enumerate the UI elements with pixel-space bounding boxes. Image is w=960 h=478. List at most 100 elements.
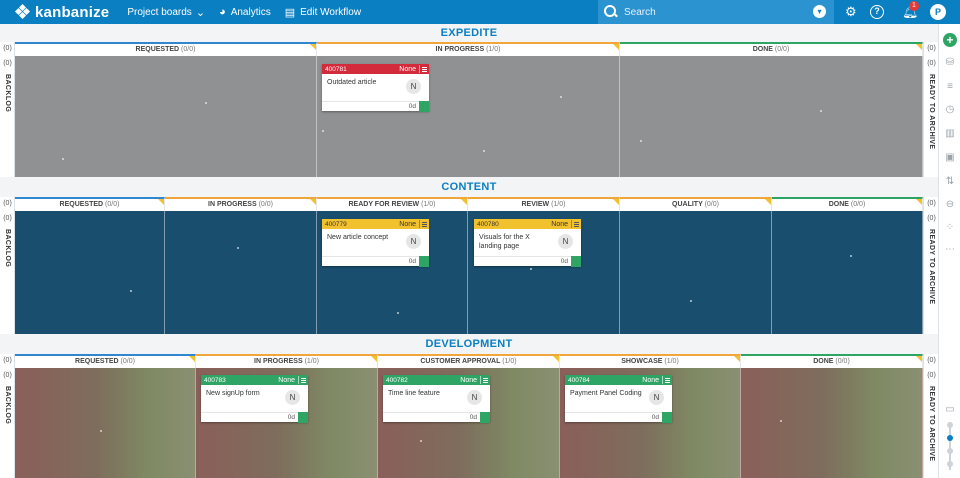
column-header[interactable]: IN PROGRESS (0/0) (165, 197, 317, 211)
card-id[interactable]: 400782 (386, 377, 460, 384)
archive-column[interactable]: (0) (0) READY TO ARCHIVE (923, 42, 938, 177)
filter-icon[interactable]: ≡ (944, 81, 956, 93)
zoom-fit-icon[interactable]: ▭ (944, 404, 956, 416)
avatar[interactable]: P (930, 4, 946, 20)
more-icon[interactable]: ⋯ (944, 244, 956, 256)
archive-label: READY TO ARCHIVE (928, 229, 935, 305)
column-body[interactable] (620, 56, 923, 177)
sort-icon[interactable]: ⇅ (944, 176, 956, 188)
nav-project-boards[interactable]: Project boards ⌄ (127, 6, 205, 19)
card-owner-avatar[interactable]: N (558, 234, 573, 249)
card-menu-icon[interactable] (419, 220, 428, 228)
column-header[interactable]: IN PROGRESS (1/0) (317, 42, 620, 56)
backlog-count: (0) (3, 357, 12, 364)
column-header[interactable]: REVIEW (1/0) (468, 197, 620, 211)
backlog-column[interactable]: (0) (0) BACKLOG (0, 354, 15, 478)
task-card[interactable]: 400779 None New article concept N 0d (322, 219, 429, 267)
sources-icon[interactable]: ⛁ (944, 57, 956, 69)
card-header: 400780 None (474, 219, 581, 229)
card-title[interactable]: New article concept (327, 233, 402, 242)
column-header[interactable]: SHOWCASE (1/0) (560, 354, 741, 368)
card-age-indicator (662, 412, 672, 423)
card-id[interactable]: 400783 (204, 377, 278, 384)
card-owner-avatar[interactable]: N (406, 79, 421, 94)
swimlane-title[interactable]: DEVELOPMENT (0, 335, 938, 353)
image-icon[interactable]: ▣ (944, 152, 956, 164)
search-input[interactable] (624, 6, 804, 18)
card-id[interactable]: 400784 (568, 377, 642, 384)
card-header: 400782 None (383, 375, 490, 385)
archive-column[interactable]: (0) (0) READY TO ARCHIVE (923, 197, 938, 334)
app-logo[interactable]: kanbanize (14, 3, 109, 21)
card-age-indicator (298, 412, 308, 423)
card-owner-avatar[interactable]: N (406, 234, 421, 249)
swimlane-title[interactable]: EXPEDITE (0, 24, 938, 42)
card-title[interactable]: New signUp form (206, 389, 281, 398)
card-menu-icon[interactable] (480, 376, 489, 384)
column-body[interactable] (15, 56, 317, 177)
task-card[interactable]: 400783 None New signUp form N 0d (201, 375, 308, 423)
card-menu-icon[interactable] (571, 220, 580, 228)
column-header[interactable]: QUALITY (0/0) (620, 197, 772, 211)
column-header[interactable]: REQUESTED (0/0) (15, 42, 317, 56)
column-body[interactable] (772, 211, 923, 334)
column-body[interactable] (165, 211, 317, 334)
zoom-step[interactable] (947, 461, 953, 467)
card-id[interactable]: 400780 (477, 221, 551, 228)
search-icon[interactable] (604, 5, 618, 19)
card-id[interactable]: 400781 (325, 66, 399, 73)
card-menu-icon[interactable] (298, 376, 307, 384)
card-age: 0d (408, 103, 416, 110)
zoom-step[interactable] (947, 422, 953, 428)
task-card[interactable]: 400784 None Payment Panel Coding N 0d (565, 375, 672, 423)
card-owner-avatar[interactable]: N (467, 390, 482, 405)
column-header[interactable]: IN PROGRESS (1/0) (196, 354, 378, 368)
nav-analytics[interactable]: ◕ Analytics (219, 6, 271, 18)
search-options-chevron-icon[interactable]: ▾ (813, 5, 826, 18)
kanbanize-logo-icon (14, 3, 31, 20)
card-header: 400784 None (565, 375, 672, 385)
archive-column[interactable]: (0) (0) READY TO ARCHIVE (923, 354, 938, 478)
wip-corner-icon (461, 199, 467, 205)
backlog-label: BACKLOG (4, 229, 11, 268)
task-card[interactable]: 400782 None Time line feature N 0d (383, 375, 490, 423)
column-header[interactable]: DONE (0/0) (772, 197, 923, 211)
card-footer: 0d (565, 412, 672, 423)
column-header[interactable]: READY FOR REVIEW (1/0) (317, 197, 468, 211)
card-title[interactable]: Outdated article (327, 78, 402, 87)
column-header[interactable]: DONE (0/0) (741, 354, 923, 368)
backlog-column[interactable]: (0) (0) BACKLOG (0, 42, 15, 177)
task-card[interactable]: 400781 None Outdated article N 0d (322, 64, 429, 112)
user-settings-icon[interactable]: ⚙ (845, 4, 857, 20)
card-owner-avatar[interactable]: N (285, 390, 300, 405)
card-owner-avatar[interactable]: N (649, 390, 664, 405)
column-header[interactable]: DONE (0/0) (620, 42, 923, 56)
nav-edit-workflow[interactable]: ▤ Edit Workflow (285, 6, 361, 19)
columns-icon[interactable]: ▥ (944, 128, 956, 140)
column-body[interactable] (15, 211, 165, 334)
column-header[interactable]: CUSTOMER APPROVAL (1/0) (378, 354, 560, 368)
help-icon[interactable]: ? (870, 5, 884, 19)
clock-icon[interactable]: ◷ (944, 104, 956, 116)
card-header: 400779 None (322, 219, 429, 229)
card-id[interactable]: 400779 (325, 221, 399, 228)
card-priority: None (278, 376, 295, 384)
column-body[interactable] (741, 368, 923, 478)
group-icon[interactable]: ⁘ (944, 222, 956, 234)
zoom-handle[interactable] (947, 435, 953, 441)
column-header[interactable]: REQUESTED (0/0) (15, 197, 165, 211)
card-menu-icon[interactable] (419, 65, 428, 73)
column-body[interactable] (620, 211, 772, 334)
column-body[interactable] (15, 368, 196, 478)
zoom-step[interactable] (947, 448, 953, 454)
card-title[interactable]: Time line feature (388, 389, 463, 398)
add-icon[interactable]: + (943, 33, 957, 47)
backlog-column[interactable]: (0) (0) BACKLOG (0, 197, 15, 334)
users-icon[interactable]: ⊖ (944, 199, 956, 211)
card-title[interactable]: Payment Panel Coding (570, 389, 645, 398)
card-menu-icon[interactable] (662, 376, 671, 384)
column-header[interactable]: REQUESTED (0/0) (15, 354, 196, 368)
card-title[interactable]: Visuals for the X landing page (479, 233, 554, 251)
swimlane-title[interactable]: CONTENT (0, 178, 938, 196)
task-card[interactable]: 400780 None Visuals for the X landing page… (474, 219, 581, 267)
